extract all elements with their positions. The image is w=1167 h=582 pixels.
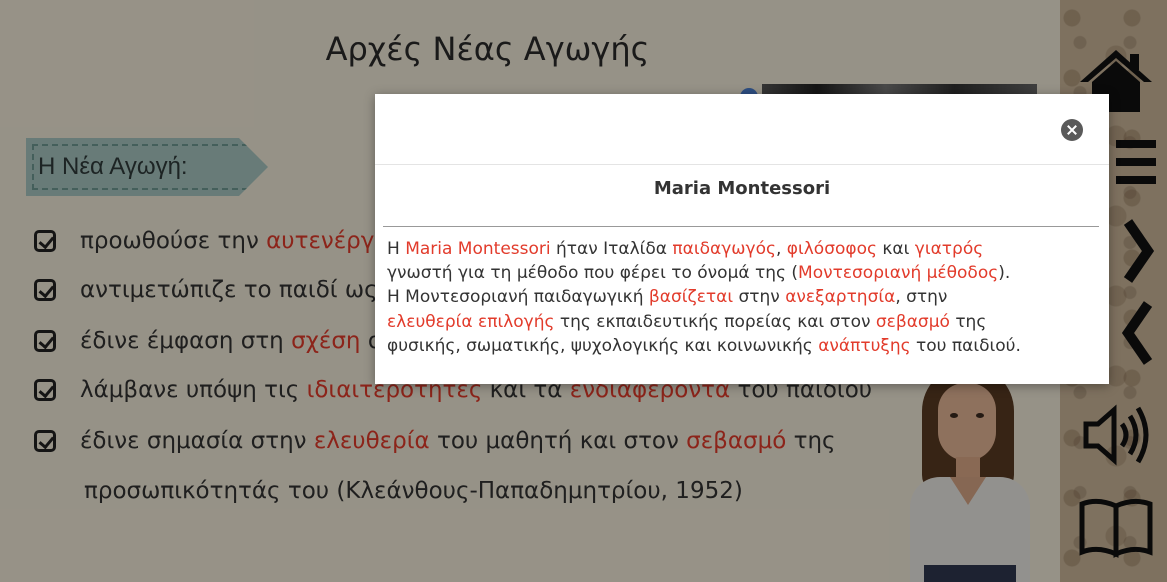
close-icon[interactable] [1061, 119, 1083, 141]
glossary-link[interactable]: παιδαγωγός [672, 239, 776, 259]
modal-title: Maria Montessori [653, 178, 831, 199]
glossary-link[interactable]: Μοντεσοριανή μέθοδος [798, 263, 998, 283]
glossary-link[interactable]: σεβασμό [876, 312, 950, 332]
glossary-link[interactable]: φιλόσοφος [787, 239, 877, 259]
glossary-link[interactable]: ανεξαρτησία [785, 287, 895, 307]
glossary-link[interactable]: ανάπτυξης [818, 336, 910, 356]
glossary-link[interactable]: βασίζεται [649, 287, 733, 307]
glossary-link[interactable]: ελευθερία επιλογής [387, 312, 554, 332]
modal-body: Η Maria Montessori ήταν Ιταλίδα παιδαγωγ… [387, 239, 1021, 356]
glossary-link[interactable]: γιατρός [915, 239, 983, 259]
modal-header-divider [375, 164, 1109, 165]
glossary-link[interactable]: Maria Montessori [405, 239, 550, 259]
modal-title-divider [383, 226, 1099, 227]
